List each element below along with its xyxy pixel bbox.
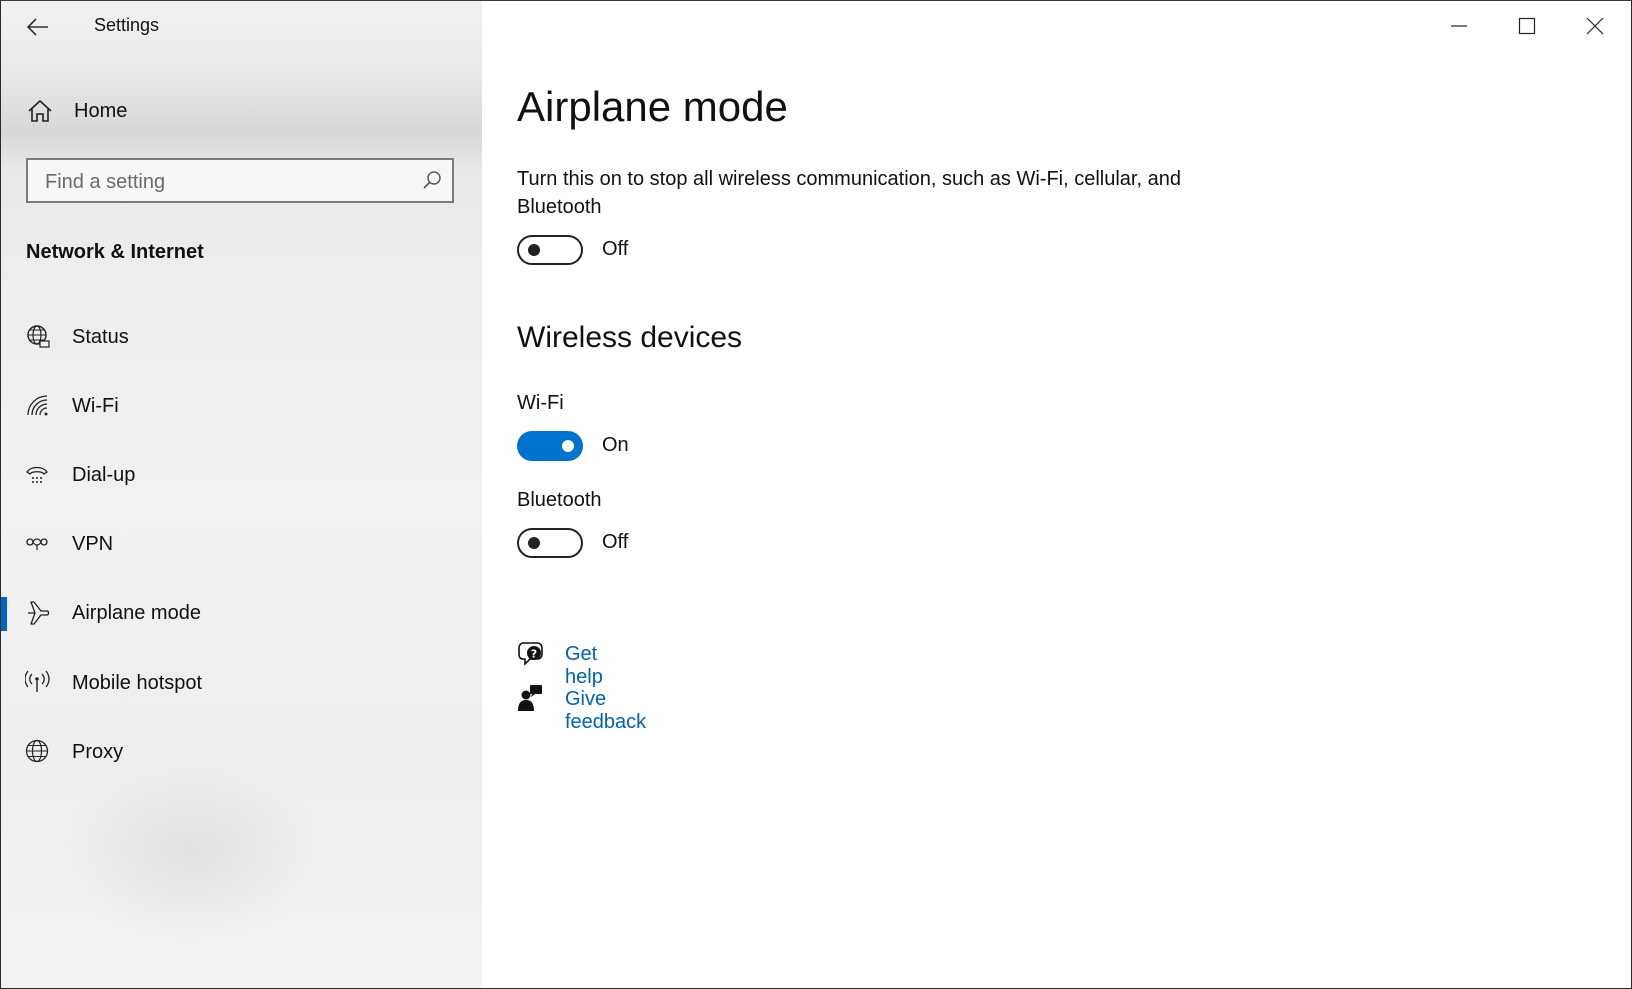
sidebar-item-label: VPN bbox=[72, 533, 113, 556]
wifi-state: On bbox=[602, 434, 629, 457]
sidebar-item-proxy[interactable]: Proxy bbox=[1, 725, 482, 781]
close-icon bbox=[1586, 17, 1604, 35]
wifi-toggle[interactable] bbox=[517, 431, 583, 461]
close-button[interactable] bbox=[1561, 1, 1629, 51]
bluetooth-state: Off bbox=[602, 531, 628, 554]
home-label: Home bbox=[74, 100, 127, 123]
get-help-icon: ? bbox=[517, 639, 545, 672]
bluetooth-label: Bluetooth bbox=[517, 489, 602, 512]
toggle-knob bbox=[562, 440, 574, 452]
give-feedback-icon bbox=[517, 684, 545, 717]
bluetooth-toggle[interactable] bbox=[517, 528, 583, 558]
airplane-mode-state: Off bbox=[602, 238, 628, 261]
search-input[interactable] bbox=[43, 168, 407, 196]
search-icon[interactable] bbox=[422, 170, 442, 195]
globe-icon bbox=[25, 739, 51, 765]
airplane-mode-toggle[interactable] bbox=[517, 235, 583, 265]
hotspot-icon bbox=[25, 670, 51, 696]
sidebar-item-label: Proxy bbox=[72, 741, 123, 764]
maximize-button[interactable] bbox=[1493, 1, 1561, 51]
airplane-icon bbox=[25, 600, 51, 626]
dialup-phone-icon bbox=[25, 462, 51, 488]
back-button[interactable] bbox=[21, 11, 55, 43]
sidebar-item-label: Dial-up bbox=[72, 464, 135, 487]
home-icon bbox=[27, 99, 53, 128]
give-feedback-link[interactable]: Give feedback bbox=[565, 688, 646, 734]
get-help-link[interactable]: Get help bbox=[565, 643, 603, 689]
sidebar-item-label: Mobile hotspot bbox=[72, 672, 202, 695]
sidebar-item-airplane-mode[interactable]: Airplane mode bbox=[1, 586, 482, 642]
sidebar-item-dialup[interactable]: Dial-up bbox=[1, 448, 482, 504]
app-title: Settings bbox=[94, 15, 159, 36]
back-arrow-icon bbox=[27, 18, 49, 36]
sidebar-item-home[interactable]: Home bbox=[1, 87, 482, 137]
toggle-knob bbox=[528, 244, 540, 256]
svg-text:?: ? bbox=[531, 648, 537, 661]
sidebar-item-mobile-hotspot[interactable]: Mobile hotspot bbox=[1, 656, 482, 712]
airplane-mode-description: Turn this on to stop all wireless commun… bbox=[517, 165, 1197, 221]
search-box[interactable] bbox=[26, 158, 454, 203]
wireless-devices-title: Wireless devices bbox=[517, 321, 742, 355]
sidebar-item-wifi[interactable]: Wi-Fi bbox=[1, 379, 482, 435]
sidebar: Settings Home Network & Internet bbox=[1, 1, 482, 988]
wifi-icon bbox=[25, 393, 51, 419]
page-title: Airplane mode bbox=[517, 83, 788, 131]
sidebar-item-label: Wi-Fi bbox=[72, 395, 119, 418]
maximize-icon bbox=[1518, 17, 1536, 35]
sidebar-item-vpn[interactable]: VPN bbox=[1, 517, 482, 573]
sidebar-item-label: Status bbox=[72, 326, 129, 349]
sidebar-item-label: Airplane mode bbox=[72, 602, 201, 625]
section-title: Network & Internet bbox=[26, 241, 204, 264]
settings-window: Settings Home Network & Internet bbox=[0, 0, 1632, 989]
globe-status-icon bbox=[25, 324, 51, 350]
minimize-button[interactable] bbox=[1425, 1, 1493, 51]
selection-indicator bbox=[1, 597, 7, 631]
wifi-label: Wi-Fi bbox=[517, 392, 564, 415]
vpn-icon bbox=[25, 531, 51, 557]
sidebar-item-status[interactable]: Status bbox=[1, 310, 482, 366]
toggle-knob bbox=[528, 537, 540, 549]
minimize-icon bbox=[1450, 17, 1468, 35]
